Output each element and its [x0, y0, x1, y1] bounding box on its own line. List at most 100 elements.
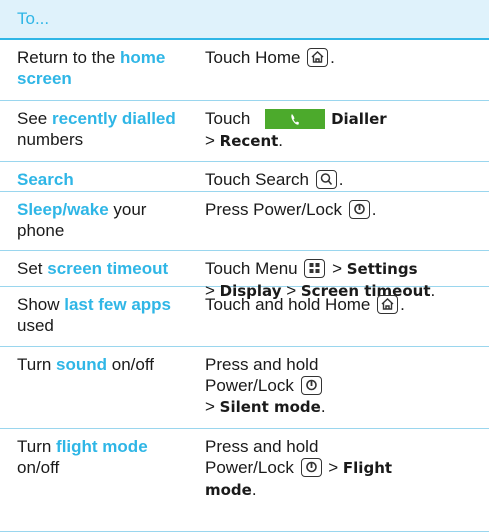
text-run: Power/Lock — [205, 376, 299, 395]
text-run: Power/Lock — [205, 458, 299, 477]
highlight-term: flight mode — [56, 437, 148, 456]
text-run: Turn — [17, 355, 57, 374]
instruction-cell: Touch and hold Home . — [205, 294, 485, 315]
task-line: Turn sound on/off — [17, 354, 197, 375]
task-line: Search — [17, 169, 197, 190]
text-run: your — [108, 200, 147, 219]
text-run: See — [17, 109, 52, 128]
instruction-line: Touch Dialler — [205, 108, 485, 130]
instruction-line: > Recent. — [205, 130, 485, 152]
task-cell: Set screen timeout — [17, 258, 197, 279]
ui-label-bold: mode — [205, 481, 252, 499]
text-run: . — [251, 480, 257, 499]
text-run: numbers — [17, 130, 84, 149]
home-icon — [307, 48, 329, 68]
instruction-line: Power/Lock — [205, 375, 485, 396]
task-cell: See recently dialled numbers — [17, 108, 197, 150]
ui-label-bold: Recent — [219, 132, 279, 150]
text-run: . — [400, 295, 405, 314]
highlight-term: Search — [17, 170, 74, 189]
task-cell: Show last few apps used — [17, 294, 197, 336]
text-run: . — [330, 48, 335, 67]
ui-label-bold: Dialler — [331, 110, 387, 128]
table-row: Show last few apps used Touch and hold Hom… — [0, 287, 489, 347]
task-line: used — [17, 315, 197, 336]
task-line: on/off — [17, 457, 197, 478]
text-run: on/off — [107, 355, 154, 374]
text-run: Press Power/Lock — [205, 200, 347, 219]
text-run: Touch and hold Home — [205, 295, 376, 314]
task-cell: Return to the home screen — [17, 47, 197, 89]
task-line: See recently dialled — [17, 108, 197, 129]
task-cell: Search — [17, 169, 197, 190]
text-run: > — [323, 458, 343, 477]
text-run: Press and hold — [205, 437, 319, 456]
text-run: Turn — [17, 437, 57, 456]
home-icon — [377, 295, 399, 315]
task-line: phone — [17, 220, 197, 241]
task-line: Sleep/wake your — [17, 199, 197, 220]
search-icon — [315, 170, 337, 190]
text-run: phone — [17, 221, 65, 240]
instruction-cell: Touch Search . — [205, 169, 485, 190]
task-line: Return to the home — [17, 47, 197, 68]
power-icon — [300, 458, 322, 478]
table-row: Set screen timeout Touch Menu > Settings >… — [0, 251, 489, 300]
text-run: > — [327, 259, 347, 278]
task-line: screen — [17, 68, 197, 89]
text-run: used — [17, 316, 54, 335]
task-cell: Turn sound on/off — [17, 354, 197, 375]
text-run: Press and hold — [205, 355, 319, 374]
text-run: > — [205, 397, 220, 417]
instruction-line: Press and hold — [205, 436, 485, 457]
power-icon — [348, 200, 370, 220]
text-run: Touch Menu — [205, 259, 303, 278]
ui-label-bold: Flight — [342, 459, 393, 477]
text-run: . — [371, 200, 377, 219]
instruction-line: mode. — [205, 479, 485, 501]
text-run: Return to the — [17, 48, 121, 67]
text-run: . — [278, 131, 284, 150]
highlight-term: Sleep/wake — [17, 200, 109, 219]
instruction-line: Press and hold — [205, 354, 485, 375]
text-run: Set — [17, 259, 48, 278]
instruction-cell: Touch Dialler > Recent. — [205, 108, 485, 152]
task-cell: Sleep/wake your phone — [17, 199, 197, 241]
text-run: Touch Search — [205, 170, 314, 189]
instruction-line: Touch Search . — [205, 169, 485, 190]
text-run: > — [205, 131, 220, 150]
task-line: numbers — [17, 129, 197, 150]
instruction-line: Touch Menu > Settings — [205, 258, 485, 280]
instruction-line: Power/Lock > Flight — [205, 457, 485, 479]
task-cell: Turn flight mode on/off — [17, 436, 197, 478]
power-icon — [300, 376, 322, 396]
instruction-line: Touch Home . — [205, 47, 485, 68]
highlight-term: last few apps — [64, 295, 172, 314]
instruction-line: > Silent mode. — [205, 396, 485, 418]
menu-icon — [304, 259, 326, 279]
highlight-term: home — [120, 48, 166, 67]
header-title: To... — [17, 9, 50, 28]
highlight-term: sound — [56, 355, 108, 374]
table-row: Return to the home screen Touch Home . — [0, 40, 489, 101]
highlight-term: screen timeout — [47, 259, 169, 278]
text-run: on/off — [17, 458, 60, 477]
text-run: Touch Home — [205, 48, 306, 67]
instruction-cell: Press and hold Power/Lock > Flight mode. — [205, 436, 485, 501]
task-line: Show last few apps — [17, 294, 197, 315]
text-run: . — [338, 170, 344, 189]
instruction-line: Touch and hold Home . — [205, 294, 485, 315]
table-row: See recently dialled numbers Touch Dialler… — [0, 101, 489, 162]
instruction-cell: Touch Home . — [205, 47, 485, 68]
table-row: Search Touch Search . — [0, 162, 489, 192]
instruction-cell: Press Power/Lock . — [205, 199, 485, 220]
ui-label-bold: Silent mode — [219, 398, 321, 417]
task-line: Set screen timeout — [17, 258, 197, 279]
text-run: Touch — [205, 109, 256, 128]
shortcut-table: To... Return to the home screen Touch Home… — [0, 0, 489, 532]
text-run: Show — [17, 295, 65, 314]
highlight-term: recently dialled — [51, 109, 176, 128]
highlight-term: screen — [17, 69, 72, 88]
table-row: Sleep/wake your phone Press Power/Lock . — [0, 192, 489, 251]
dialler-icon — [265, 108, 326, 129]
